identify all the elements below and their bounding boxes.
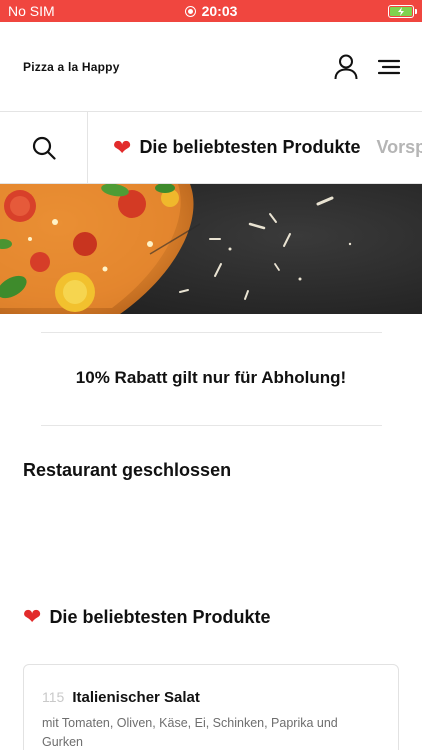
heart-icon: ❤ [113,134,132,160]
product-card[interactable]: 115 Italienischer Salat mit Tomaten, Oli… [23,664,399,750]
section-title-label: Die beliebtesten Produkte [49,606,271,627]
header-actions [334,54,400,80]
promo-text: 10% Rabatt gilt nur für Abholung! [75,368,347,387]
user-icon[interactable] [334,54,358,80]
tab-appetizers[interactable]: Vorspeisen [377,137,422,158]
product-description: mit Tomaten, Oliven, Käse, Ei, Schinken,… [42,716,338,749]
status-center: 20:03 [0,3,422,19]
menu-icon[interactable] [378,59,400,75]
search-icon [32,136,56,160]
status-bar: No SIM 20:03 [0,0,422,22]
tab-popular-products[interactable]: ❤ Die beliebtesten Produkte [113,134,361,160]
section-title: ❤ Die beliebtesten Produkte [23,606,271,628]
product-number: 115 [42,689,65,705]
tab-label: Die beliebtesten Produkte [139,137,361,157]
banner-image [0,184,422,314]
app-header: Pizza a la Happy [0,22,422,112]
battery-icon [388,4,417,18]
divider [41,332,382,333]
search-button[interactable] [0,112,88,183]
category-bar: ❤ Die beliebtesten Produkte Vorspeisen [0,112,422,184]
carrier-label: No SIM [8,3,55,19]
recording-icon [184,5,196,17]
product-name: Italienischer Salat [72,689,200,706]
status-time: 20:03 [201,3,238,19]
divider [41,425,382,426]
brand-name: Pizza a la Happy [23,59,120,74]
tab-label: Vorspeisen [376,137,422,157]
heart-icon: ❤ [23,604,42,629]
category-tabs: ❤ Die beliebtesten Produkte Vorspeisen [88,134,422,160]
pizza-image [0,184,422,314]
restaurant-status: Restaurant geschlossen [23,460,232,480]
